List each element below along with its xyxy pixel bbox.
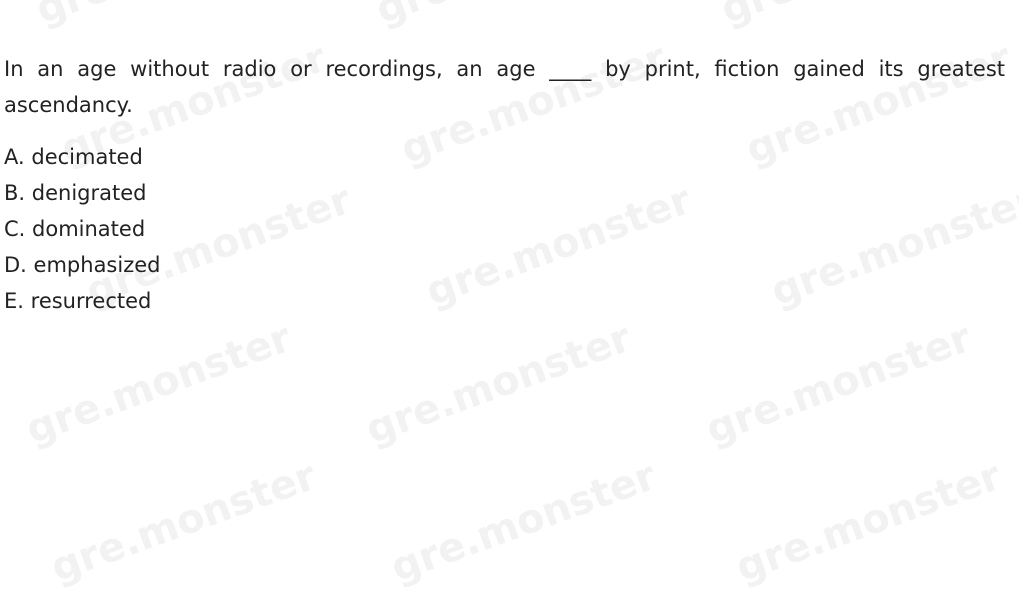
choice-text: emphasized bbox=[33, 253, 161, 277]
choice-text: denigrated bbox=[31, 181, 147, 205]
choice-text: dominated bbox=[32, 217, 146, 241]
answer-choice-e[interactable]: E. resurrected bbox=[4, 283, 604, 319]
choice-letter: E. bbox=[4, 289, 24, 313]
choice-letter: C. bbox=[4, 217, 26, 241]
answer-choices-list: A. decimated B. denigrated C. dominated D. … bbox=[4, 139, 604, 319]
choice-text: resurrected bbox=[30, 289, 152, 313]
answer-choice-d[interactable]: D. emphasized bbox=[4, 247, 604, 283]
choice-letter: B. bbox=[4, 181, 26, 205]
choice-letter: A. bbox=[4, 145, 25, 169]
question-page: In an age without radio or recordings, a… bbox=[0, 0, 1019, 599]
choice-letter: D. bbox=[4, 253, 27, 277]
answer-choice-c[interactable]: C. dominated bbox=[4, 211, 604, 247]
choice-text: decimated bbox=[31, 145, 143, 169]
answer-choice-b[interactable]: B. denigrated bbox=[4, 175, 604, 211]
answer-choice-a[interactable]: A. decimated bbox=[4, 139, 604, 175]
